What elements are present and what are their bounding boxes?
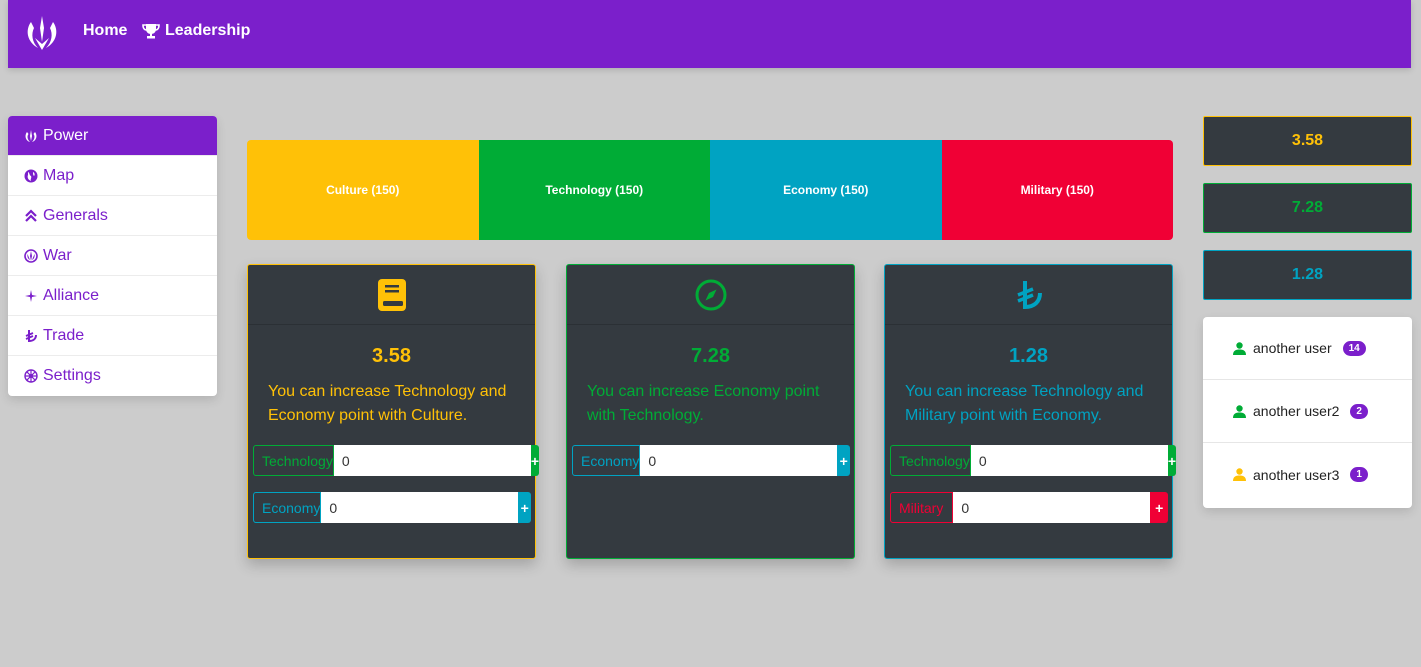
economy-rate-box: 1.28 (1203, 250, 1412, 300)
add-technology-button[interactable]: + (530, 445, 540, 476)
user-name: another user2 (1253, 403, 1340, 419)
input-label: Technology (890, 445, 971, 476)
sidebar-item-settings[interactable]: Settings (8, 356, 217, 396)
card-description: You can increase Technology and Economy … (268, 383, 507, 424)
lira-icon (25, 329, 37, 342)
technology-input-group: Technology + (890, 445, 1177, 476)
sidebar-menu: Power Map Generals War Alliance Trade Se… (8, 116, 217, 396)
sidebar-item-label: War (43, 246, 72, 264)
culture-rate-box: 3.58 (1203, 116, 1412, 166)
power-icon (25, 129, 37, 142)
sidebar-item-label: Map (43, 166, 75, 184)
economy-input-group: Economy + (253, 492, 531, 523)
resource-stat-bar: Culture (150) Technology (150) Economy (… (247, 140, 1173, 240)
sidebar-item-label: Alliance (43, 286, 100, 304)
lira-icon (1016, 280, 1042, 309)
user-count-badge: 2 (1350, 403, 1368, 419)
card-header (248, 265, 535, 325)
add-military-button[interactable]: + (1150, 492, 1168, 523)
nav-home-link[interactable]: Home (83, 22, 127, 40)
card-value: 3.58 (372, 345, 411, 367)
stat-economy: Economy (150) (710, 140, 942, 240)
nav-home-label: Home (83, 22, 128, 39)
card-value: 7.28 (691, 345, 730, 367)
add-economy-button[interactable]: + (837, 445, 850, 476)
sidebar-item-generals[interactable]: Generals (8, 196, 217, 236)
technology-card: 7.28 You can increase Economy point with… (566, 264, 855, 559)
user-icon (1233, 468, 1246, 481)
card-description: You can increase Economy point with Tech… (587, 383, 820, 424)
add-economy-button[interactable]: + (518, 492, 531, 523)
jedi-logo-icon[interactable] (23, 14, 61, 52)
sidebar-item-label: Settings (43, 367, 101, 384)
sidebar-item-power[interactable]: Power (8, 116, 217, 156)
economy-amount-input[interactable] (640, 445, 838, 476)
user-icon (1233, 341, 1246, 355)
top-navbar: Home Leadership (8, 0, 1411, 68)
stat-culture: Culture (150) (247, 140, 479, 240)
economy-amount-input[interactable] (321, 492, 519, 523)
war-icon (24, 248, 38, 263)
book-icon (377, 278, 406, 311)
input-label: Technology (253, 445, 334, 476)
add-technology-button[interactable]: + (1167, 445, 1177, 476)
input-label: Economy (253, 492, 322, 523)
card-header (885, 265, 1172, 325)
stat-military: Military (150) (941, 140, 1173, 240)
culture-card: 3.58 You can increase Technology and Eco… (247, 264, 540, 559)
input-label: Military (890, 492, 954, 523)
user-list: another user 14 another user2 2 another … (1203, 317, 1412, 508)
nav-leadership-label: Leadership (165, 22, 251, 39)
user-name: another user3 (1253, 466, 1340, 483)
trophy-icon (142, 24, 160, 39)
user-count-badge: 1 (1350, 467, 1368, 482)
economy-card: 1.28 You can increase Technology and Mil… (884, 264, 1177, 559)
sidebar-item-label: Generals (43, 206, 108, 224)
technology-amount-input[interactable] (970, 445, 1168, 476)
economy-input-group: Economy + (572, 445, 850, 476)
user-list-item[interactable]: another user2 2 (1203, 380, 1412, 443)
user-list-item[interactable]: another user3 1 (1203, 443, 1412, 506)
chevrons-up-icon (25, 208, 37, 222)
technology-rate-box: 7.28 (1203, 183, 1412, 233)
globe-icon (24, 169, 38, 182)
user-count-badge: 14 (1342, 340, 1366, 356)
sidebar-item-label: Trade (43, 326, 85, 344)
sidebar-item-alliance[interactable]: Alliance (8, 276, 217, 316)
technology-input-group: Technology + (253, 445, 540, 476)
stat-technology: Technology (150) (478, 140, 710, 240)
sidebar-item-label: Power (43, 126, 89, 144)
sidebar-item-map[interactable]: Map (8, 156, 217, 196)
military-amount-input[interactable] (953, 492, 1151, 523)
card-value: 1.28 (1009, 345, 1048, 367)
input-label: Economy (572, 445, 641, 476)
compass-icon (695, 279, 726, 310)
sidebar-item-war[interactable]: War (8, 236, 217, 276)
settings-icon (24, 369, 38, 383)
sidebar-item-trade[interactable]: Trade (8, 316, 217, 356)
technology-amount-input[interactable] (333, 445, 531, 476)
user-icon (1233, 404, 1246, 418)
card-header (567, 265, 854, 325)
user-name: another user (1253, 340, 1332, 356)
nav-leadership-link[interactable]: Leadership (142, 22, 250, 40)
military-input-group: Military + (890, 492, 1168, 523)
user-list-item[interactable]: another user 14 (1203, 317, 1412, 380)
alliance-icon (25, 289, 37, 302)
card-description: You can increase Technology and Military… (905, 383, 1144, 424)
